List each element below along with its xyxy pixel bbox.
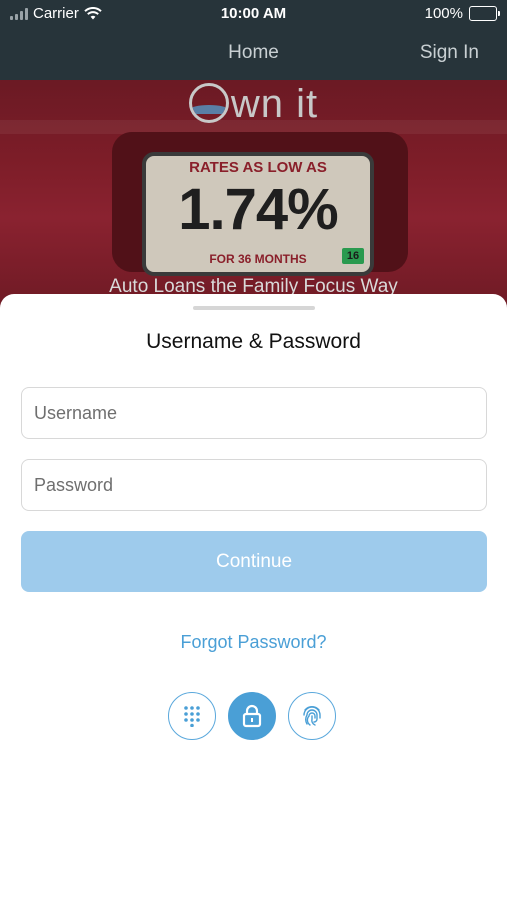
fingerprint-mode-button[interactable] <box>288 692 336 740</box>
plate-sticker: 16 <box>342 248 364 264</box>
login-title: Username & Password <box>146 330 361 353</box>
logo-o-icon <box>188 83 229 123</box>
continue-button[interactable]: Continue <box>21 531 487 592</box>
status-bar: Carrier 10:00 AM 100% <box>0 0 507 28</box>
license-plate: RATES AS LOW AS 1.74% FOR 36 MONTHS 16 <box>142 152 374 276</box>
fingerprint-icon <box>303 706 321 726</box>
plate-bottom-text: FOR 36 MONTHS <box>209 252 307 266</box>
sign-in-button[interactable]: Sign In <box>420 42 479 64</box>
battery-icon <box>469 6 500 21</box>
battery-label: 100% <box>424 5 463 22</box>
battery-status: 100% <box>424 5 500 22</box>
sheet-handle[interactable] <box>193 306 315 310</box>
plate-top-text: RATES AS LOW AS <box>189 159 327 176</box>
username-field[interactable] <box>21 387 487 439</box>
promo-banner[interactable]: wn it RATES AS LOW AS 1.74% FOR 36 MONTH… <box>0 80 507 310</box>
auth-mode-selector <box>168 692 336 740</box>
login-sheet: Username & Password Continue Forgot Pass… <box>0 294 507 900</box>
app-header: Carrier 10:00 AM 100% Home Sign In <box>0 0 507 80</box>
keypad-mode-button[interactable] <box>168 692 216 740</box>
forgot-password-link[interactable]: Forgot Password? <box>0 632 507 653</box>
password-field[interactable] <box>21 459 487 511</box>
username-input[interactable] <box>22 388 486 438</box>
keypad-icon <box>184 706 200 727</box>
lock-icon <box>242 704 262 728</box>
password-mode-button[interactable] <box>228 692 276 740</box>
plate-rate: 1.74% <box>178 177 338 242</box>
password-input[interactable] <box>22 460 486 510</box>
own-it-logo: wn it <box>0 82 507 127</box>
